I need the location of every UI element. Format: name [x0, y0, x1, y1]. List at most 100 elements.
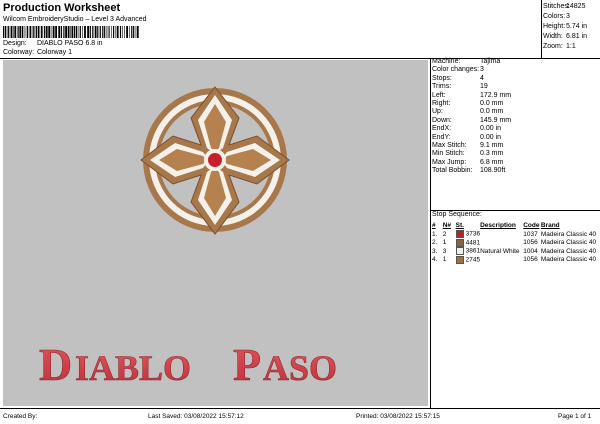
design-value: DIABLO PASO 6.8 in: [36, 40, 103, 47]
detail-value: 108.90ft: [480, 167, 506, 175]
stats-divider: [541, 0, 542, 58]
stitch-cell: 3736: [455, 230, 480, 239]
table-cell: [480, 230, 523, 239]
design-preview[interactable]: D IABLO P ASO: [3, 60, 428, 406]
detail-label: Max Stitch:: [432, 141, 467, 149]
detail-value: 145.9 mm: [480, 116, 512, 124]
detail-row: Total Bobbin: 108.90ft: [432, 167, 600, 175]
detail-label: Machine:: [432, 58, 461, 65]
stitch-count: 3861: [465, 247, 481, 255]
detail-row: Left: 172.9 mm: [432, 92, 600, 100]
detail-label: Color changes:: [432, 66, 480, 74]
svg-text:IABLO: IABLO: [75, 348, 191, 388]
table-cell: Natural White: [480, 247, 520, 255]
table-cell: 3: [442, 247, 447, 255]
color-swatch: [455, 247, 464, 256]
table-cell: 1: [442, 256, 447, 264]
color-swatch: [455, 238, 464, 247]
detail-row: Stops: 4: [432, 75, 600, 83]
design-label: Design:: [3, 40, 27, 47]
last-saved: Last Saved: 03/08/2022 15:57:12: [148, 413, 244, 420]
detail-row: Color changes:3: [432, 66, 600, 74]
detail-value: 0.00 in: [480, 133, 502, 141]
detail-value: 3: [480, 66, 484, 74]
table-header-row: # N# St. Description Code Brand: [432, 221, 600, 230]
footer-divider: [0, 408, 600, 409]
stop-sequence-title: Stop Sequence:: [432, 211, 482, 218]
detail-row: Max Stitch: 9.1 mm: [432, 142, 600, 150]
stat-value: 5.74 in: [566, 23, 588, 30]
column-header: N#: [442, 222, 452, 229]
stat-value: 14825: [566, 3, 586, 10]
detail-row: Right: 0.0 mm: [432, 100, 600, 108]
detail-value: 0.00 in: [480, 125, 502, 133]
detail-row: Up: 0.0 mm: [432, 108, 600, 116]
stitch-cell: 4481: [455, 238, 481, 248]
stop-sequence-table: # N# St. Description Code Brand 1. 2 3736 1037 Ma…: [432, 221, 600, 264]
stat-value: 3: [566, 13, 570, 20]
detail-row: Down: 145.9 mm: [432, 117, 600, 125]
detail-label: Min Stitch:: [432, 150, 465, 158]
machine-details: Machine: Tajima Color changes:3 Stops: 4 Trim…: [432, 58, 600, 175]
table-cell: 1056: [523, 239, 538, 247]
detail-row: Max Jump: 6.8 mm: [432, 159, 600, 167]
created-by: Created By:: [3, 413, 38, 420]
stitch-cell: 3861: [455, 247, 481, 256]
detail-label: Left:: [432, 91, 446, 99]
software-subtitle: Wilcom EmbroideryStudio – Level 3 Advanc…: [3, 16, 147, 23]
color-swatch: [455, 230, 464, 239]
detail-label: Max Jump:: [432, 158, 467, 166]
table-row[interactable]: 1. 2 3736 1037 Madeira Classic 40: [432, 230, 600, 239]
center-dot: [208, 153, 222, 167]
table-cell: 1004: [523, 247, 538, 255]
detail-row: Trims: 19: [432, 83, 600, 91]
table-cell: Madeira Classic 40: [540, 230, 597, 238]
table-row[interactable]: 2. 1 4481 1056 Madeira Classic 40: [432, 238, 600, 248]
detail-label: EndX:: [432, 125, 452, 133]
table-cell: 2.: [432, 239, 438, 247]
printed-date: Printed: 03/08/2022 15:57:15: [356, 413, 440, 420]
stat-label: Width:: [543, 33, 563, 40]
stitch-count: 4481: [465, 239, 481, 247]
colorway-row: Colorway: Colorway 1: [3, 49, 72, 56]
stat-value: 1:1: [566, 43, 576, 50]
table-cell: 2: [442, 230, 447, 238]
svg-text:P: P: [233, 339, 261, 390]
detail-value: 0.0 mm: [480, 99, 504, 107]
column-header: Description: [480, 222, 516, 229]
stat-label: Height:: [543, 23, 566, 30]
column-header: Brand: [540, 222, 560, 229]
table-cell: Madeira Classic 40: [540, 247, 597, 255]
svg-text:D: D: [39, 339, 72, 390]
barcode: [3, 26, 139, 38]
design-row: Design: DIABLO PASO 6.8 in: [3, 40, 103, 47]
colorway-label: Colorway:: [3, 49, 35, 56]
detail-value: 0.0 mm: [480, 108, 504, 116]
column-header: Code: [523, 222, 540, 229]
detail-row: EndX: 0.00 in: [432, 125, 600, 133]
detail-value: 172.9 mm: [480, 91, 512, 99]
cross-emblem: [140, 86, 290, 235]
detail-value: 0.3 mm: [480, 150, 504, 158]
detail-label: Trims:: [432, 83, 452, 91]
detail-label: EndY:: [432, 133, 451, 141]
detail-row: Min Stitch: 0.3 mm: [432, 150, 600, 158]
stats-panel: Stitches:14825 Colors:3 Height:5.74 in Widt…: [543, 2, 600, 52]
table-cell: [480, 256, 523, 265]
stat-row: Zoom: 1:1: [543, 42, 600, 52]
detail-row: EndY: 0.00 in: [432, 134, 600, 142]
stat-label: Stitches:: [543, 3, 570, 10]
table-row[interactable]: 3. 3 3861 Natural White 1004 Madeira Classic …: [432, 247, 600, 256]
stat-row: Colors:3: [543, 12, 600, 22]
table-cell: 3.: [432, 247, 438, 255]
stat-label: Colors:: [543, 13, 566, 20]
stat-label: Zoom:: [543, 43, 563, 50]
detail-label: Down:: [432, 116, 452, 124]
table-cell: 4.: [432, 256, 438, 264]
stitch-cell: 2745: [455, 255, 480, 265]
table-cell: 1.: [432, 230, 438, 238]
logo-text: D IABLO P ASO: [39, 339, 338, 391]
detail-row: Machine: Tajima: [432, 58, 600, 66]
table-row[interactable]: 4. 1 2745 1056 Madeira Classic 40: [432, 255, 600, 265]
column-header: #: [432, 222, 436, 229]
